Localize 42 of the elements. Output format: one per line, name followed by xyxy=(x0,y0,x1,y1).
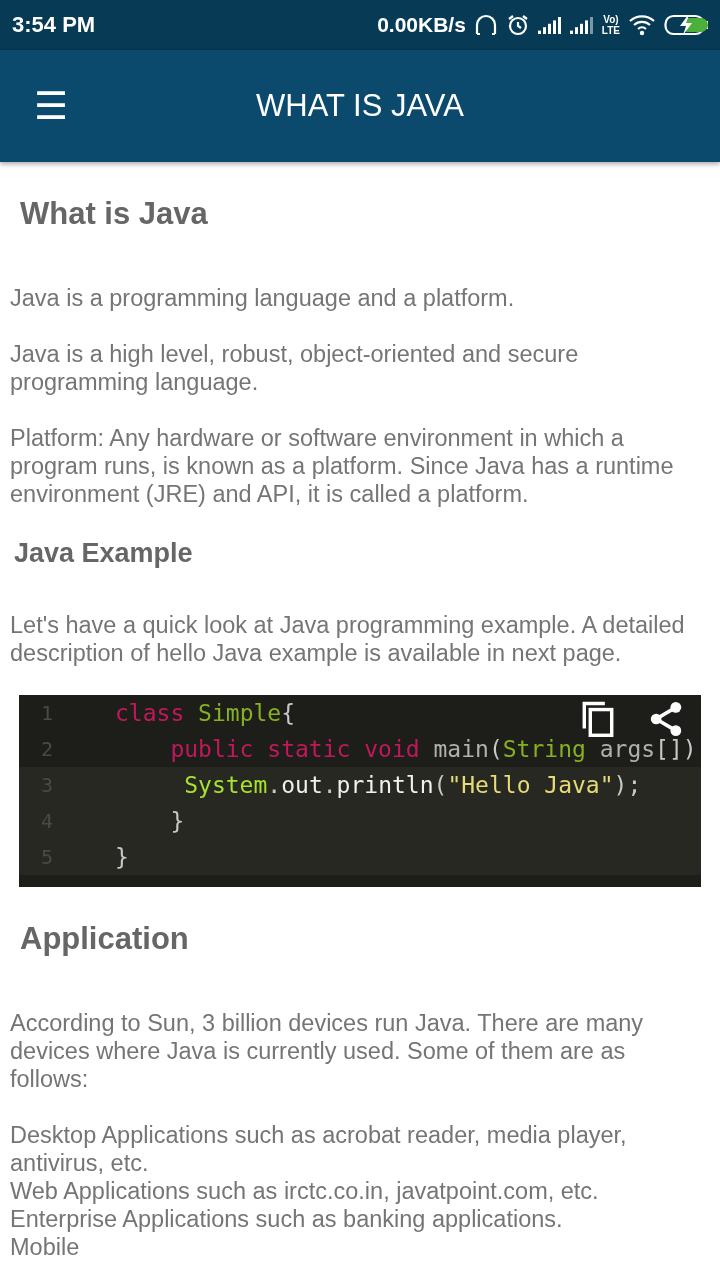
section-heading: Java Example xyxy=(14,538,194,569)
code-token: []) xyxy=(655,736,697,762)
code-token: System xyxy=(183,772,268,798)
headphones-icon xyxy=(473,14,498,36)
section-heading: What is Java xyxy=(20,196,209,232)
menu-button[interactable]: ☰ xyxy=(34,87,69,125)
paragraph: Mobile xyxy=(10,1233,81,1261)
code-token: ( xyxy=(488,736,503,762)
code-token: ); xyxy=(613,772,642,798)
code-token: . xyxy=(322,772,337,798)
code-token: args xyxy=(598,736,656,762)
code-token: } xyxy=(169,808,185,834)
code-token: ( xyxy=(433,772,448,798)
paragraph: Desktop Applications such as acrobat reader, media player, antivirus, etc. xyxy=(10,1121,628,1177)
paragraph: Enterprise Applications such as banking applications. xyxy=(10,1205,564,1233)
code-token: { xyxy=(281,700,296,726)
paragraph: Web Applications such as irctc.co.in, javatpoint.com, etc. xyxy=(10,1177,600,1205)
paragraph: Java is a programming language and a platform. xyxy=(10,284,516,312)
clock: 3:54 PM xyxy=(12,12,97,38)
signal-icon xyxy=(537,16,562,34)
code-token: "Hello Java" xyxy=(447,772,614,798)
code-token: out xyxy=(281,772,323,798)
code-token: main xyxy=(432,736,489,762)
paragraph: Java is a high level, robust, object-oriented and secure programming language. xyxy=(10,340,580,396)
section-heading: Application xyxy=(20,921,190,957)
battery-charging-icon xyxy=(664,13,710,37)
code-token: public static void xyxy=(169,736,420,762)
paragraph: Let's have a quick look at Java programming example. A detailed description of hello Java example is available in next page. xyxy=(10,611,686,667)
paragraph: Platform: Any hardware or software environment in which a program runs, is known as a platform. Since Java has a runtime environment (JRE) and API, it is called a platform. xyxy=(10,424,675,508)
code-token: class xyxy=(115,700,186,726)
code-token: } xyxy=(115,844,129,870)
copy-icon[interactable] xyxy=(581,701,615,740)
code-token: String xyxy=(502,736,586,762)
network-speed: 0.00KB/s xyxy=(377,13,466,37)
volte-indicator: Vo) LTE xyxy=(601,14,620,36)
code-token: Simple xyxy=(198,700,282,726)
paragraph: According to Sun, 3 billion devices run Java. There are many devices where Java is currently used. Some of them are as follows: xyxy=(10,1009,645,1093)
wifi-icon xyxy=(628,14,656,36)
signal-icon xyxy=(569,16,594,34)
page-title: WHAT IS JAVA xyxy=(256,88,464,124)
code-token: println xyxy=(336,772,434,798)
code-token: . xyxy=(267,772,282,798)
